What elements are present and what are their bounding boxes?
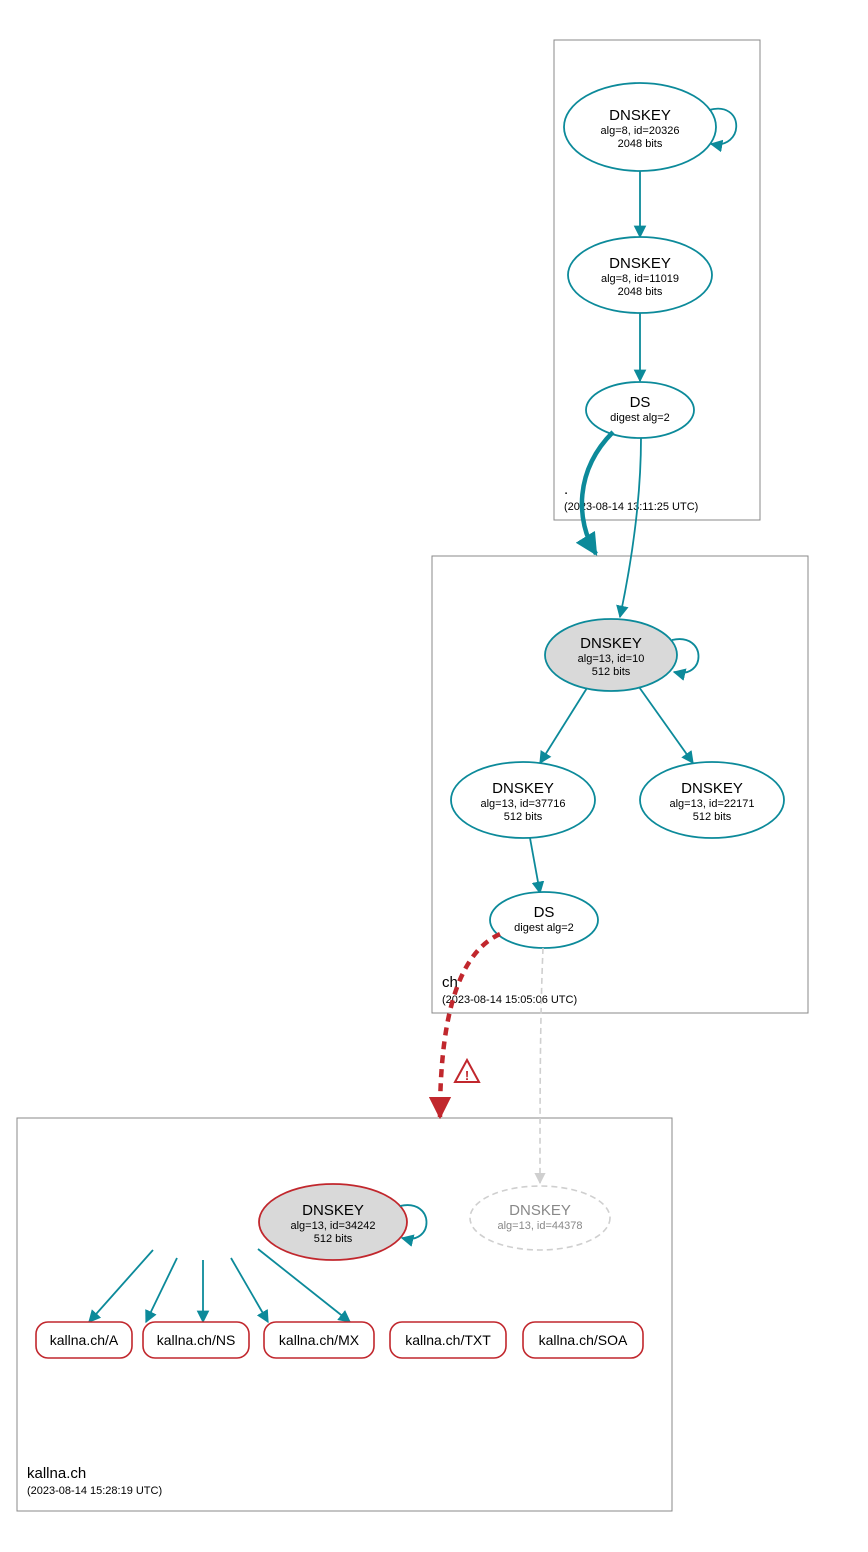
rrset-soa[interactable]: kallna.ch/SOA (523, 1322, 643, 1358)
svg-text:alg=13, id=34242: alg=13, id=34242 (290, 1220, 375, 1232)
svg-text:kallna.ch/SOA: kallna.ch/SOA (539, 1332, 628, 1348)
svg-text:DNSKEY: DNSKEY (302, 1202, 364, 1219)
node-ch-ds[interactable]: DS digest alg=2 (490, 892, 598, 948)
node-root-ds[interactable]: DS digest alg=2 (586, 382, 694, 438)
edge-kallna-txt (231, 1258, 268, 1322)
svg-text:512 bits: 512 bits (504, 811, 543, 823)
svg-text:alg=8, id=20326: alg=8, id=20326 (601, 125, 680, 137)
svg-text:alg=13, id=37716: alg=13, id=37716 (480, 798, 565, 810)
svg-text:DNSKEY: DNSKEY (509, 1202, 571, 1219)
svg-text:DNSKEY: DNSKEY (580, 635, 642, 652)
edge-ch-ds-kallna-ghost (540, 948, 543, 1183)
edge-ch-zsk1-ds (530, 838, 540, 893)
svg-text:512 bits: 512 bits (592, 666, 631, 678)
zone-kallna-box (17, 1118, 672, 1511)
svg-text:DNSKEY: DNSKEY (681, 780, 743, 797)
svg-text:DS: DS (630, 394, 651, 411)
zone-ch-timestamp: (2023-08-14 15:05:06 UTC) (442, 994, 577, 1006)
warning-icon[interactable]: ! (455, 1060, 479, 1083)
svg-text:kallna.ch/A: kallna.ch/A (50, 1332, 119, 1348)
svg-text:2048 bits: 2048 bits (618, 138, 663, 150)
svg-text:DS: DS (534, 904, 555, 921)
edge-ch-ds-kallna-red (440, 934, 500, 1117)
node-ch-ksk[interactable]: DNSKEY alg=13, id=10 512 bits (545, 619, 677, 691)
node-kallna-ghost-key[interactable]: DNSKEY alg=13, id=44378 (470, 1186, 610, 1250)
zone-kallna-label: kallna.ch (27, 1465, 86, 1482)
rrset-ns[interactable]: kallna.ch/NS (143, 1322, 249, 1358)
svg-text:alg=13, id=44378: alg=13, id=44378 (497, 1220, 582, 1232)
svg-text:512 bits: 512 bits (693, 811, 732, 823)
svg-text:alg=8, id=11019: alg=8, id=11019 (601, 273, 679, 285)
edge-ch-ksk-zsk2 (639, 687, 693, 763)
svg-text:DNSKEY: DNSKEY (492, 780, 554, 797)
svg-text:alg=13, id=22171: alg=13, id=22171 (669, 798, 754, 810)
edge-root-ds-ch-thick (582, 432, 613, 554)
node-root-ksk[interactable]: DNSKEY alg=8, id=20326 2048 bits (564, 83, 716, 171)
svg-text:DNSKEY: DNSKEY (609, 107, 671, 124)
node-root-zsk[interactable]: DNSKEY alg=8, id=11019 2048 bits (568, 237, 712, 313)
svg-text:2048 bits: 2048 bits (618, 286, 663, 298)
svg-text:kallna.ch/TXT: kallna.ch/TXT (405, 1332, 491, 1348)
svg-text:kallna.ch/MX: kallna.ch/MX (279, 1332, 360, 1348)
rrset-a[interactable]: kallna.ch/A (36, 1322, 132, 1358)
svg-text:alg=13, id=10: alg=13, id=10 (578, 653, 645, 665)
svg-text:512 bits: 512 bits (314, 1233, 353, 1245)
edge-root-ds-ch-thin (620, 438, 641, 617)
rrset-txt[interactable]: kallna.ch/TXT (390, 1322, 506, 1358)
rrset-mx[interactable]: kallna.ch/MX (264, 1322, 374, 1358)
zone-root-label: . (564, 481, 568, 498)
edge-kallna-a (89, 1250, 153, 1322)
svg-text:digest alg=2: digest alg=2 (514, 922, 574, 934)
svg-text:!: ! (465, 1068, 469, 1083)
node-ch-zsk-22171[interactable]: DNSKEY alg=13, id=22171 512 bits (640, 762, 784, 838)
svg-text:DNSKEY: DNSKEY (609, 255, 671, 272)
zone-kallna-timestamp: (2023-08-14 15:28:19 UTC) (27, 1485, 162, 1497)
edge-ch-ksk-zsk1 (540, 688, 587, 763)
node-ch-zsk-37716[interactable]: DNSKEY alg=13, id=37716 512 bits (451, 762, 595, 838)
svg-text:kallna.ch/NS: kallna.ch/NS (157, 1332, 236, 1348)
node-kallna-key[interactable]: DNSKEY alg=13, id=34242 512 bits (259, 1184, 407, 1260)
svg-text:digest alg=2: digest alg=2 (610, 412, 670, 424)
dnsviz-graph: . (2023-08-14 13:11:25 UTC) DNSKEY alg=8… (0, 0, 868, 1552)
edge-kallna-ns (146, 1258, 177, 1322)
